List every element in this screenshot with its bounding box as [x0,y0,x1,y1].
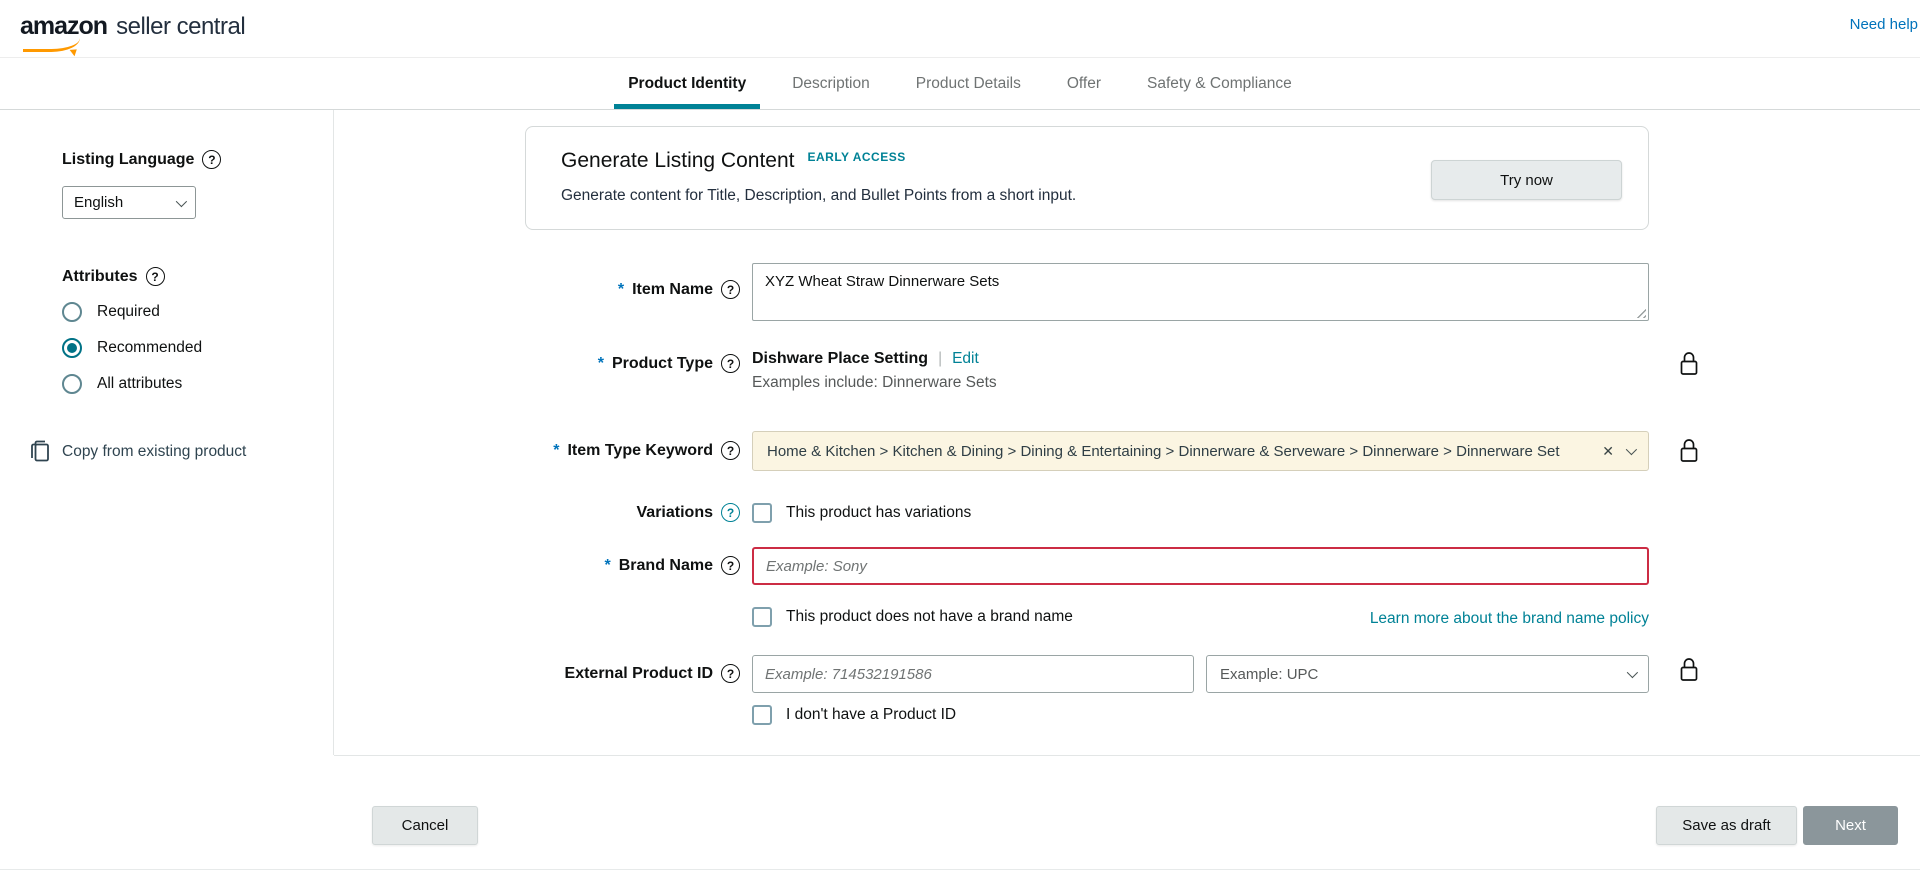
no-brand-checkbox-row: This product does not have a brand name [752,607,1073,627]
no-product-id-checkbox-row: I don't have a Product ID [752,705,956,725]
copy-from-existing-product-link[interactable]: Copy from existing product [30,440,333,463]
top-header: amazon seller central Need help [0,0,1920,58]
help-icon[interactable]: ? [721,354,740,373]
brand-name-label-row: * Brand Name ? [334,556,740,575]
radio-required-label: Required [97,303,160,321]
generate-listing-content-card: Generate Listing Content EARLY ACCESS Ge… [525,126,1649,230]
seller-central-page: amazon seller central Need help Product … [0,0,1920,878]
radio-recommended[interactable] [62,338,82,358]
variations-checkbox-row: This product has variations [752,503,971,523]
external-product-id-type-select[interactable]: Example: UPC [1206,655,1649,693]
brand-name-label: Brand Name [619,557,713,575]
required-asterisk: * [618,281,624,299]
divider: | [938,350,942,368]
amazon-seller-central-logo: amazon seller central [20,12,245,41]
brand-name-policy-link[interactable]: Learn more about the brand name policy [1370,610,1649,628]
product-type-block: Dishware Place Setting | Edit Examples i… [752,350,997,392]
copy-icon [30,440,50,463]
external-product-id-label-row: External Product ID ? [334,664,740,683]
external-product-id-type-value: Example: UPC [1220,666,1318,683]
item-type-keyword-label: Item Type Keyword [567,442,713,460]
generate-listing-content-title: Generate Listing Content [561,149,794,173]
radio-required[interactable] [62,302,82,322]
attribute-option-recommended[interactable]: Recommended [62,338,333,358]
item-type-keyword-label-row: * Item Type Keyword ? [334,441,740,460]
product-type-examples: Examples include: Dinnerware Sets [752,374,997,392]
external-product-id-input[interactable] [752,655,1194,693]
brand-name-input[interactable] [752,547,1649,585]
attribute-option-required[interactable]: Required [62,302,333,322]
attributes-label-row: Attributes ? [62,267,333,286]
tab-product-identity[interactable]: Product Identity [614,58,760,109]
variations-checkbox[interactable] [752,503,772,523]
seller-central-logo-text: seller central [116,13,245,41]
item-name-field-wrap: XYZ Wheat Straw Dinnerware Sets [752,263,1649,321]
no-product-id-checkbox[interactable] [752,705,772,725]
generate-listing-content-subtitle: Generate content for Title, Description,… [561,187,1076,205]
chevron-down-icon[interactable] [1626,444,1637,455]
item-name-label-row: * Item Name ? [334,280,740,299]
lock-icon [1678,656,1700,683]
bottom-border-line [0,869,1920,870]
variations-label: Variations [637,504,713,522]
listing-language-select[interactable]: English [62,186,196,219]
tab-safety-compliance[interactable]: Safety & Compliance [1133,58,1306,109]
chevron-down-icon [1627,667,1638,678]
product-type-label: Product Type [612,355,713,373]
product-type-label-row: * Product Type ? [334,354,740,373]
amazon-smile-icon [23,38,80,52]
no-product-id-checkbox-label: I don't have a Product ID [786,706,956,724]
lock-icon [1678,350,1700,377]
clear-icon[interactable]: ✕ [1602,443,1614,460]
amazon-logo-text: amazon [20,12,107,41]
item-name-input[interactable]: XYZ Wheat Straw Dinnerware Sets [753,264,1648,320]
product-type-value: Dishware Place Setting [752,350,928,368]
footer-divider [334,755,1920,756]
need-help-link[interactable]: Need help [1850,16,1918,33]
help-icon[interactable]: ? [721,503,740,522]
no-brand-checkbox-label: This product does not have a brand name [786,608,1073,626]
help-icon[interactable]: ? [721,441,740,460]
item-name-label: Item Name [632,281,713,299]
help-icon[interactable]: ? [721,556,740,575]
help-icon[interactable]: ? [721,280,740,299]
item-type-keyword-value: Home & Kitchen > Kitchen & Dining > Dini… [767,443,1590,460]
item-type-keyword-field[interactable]: Home & Kitchen > Kitchen & Dining > Dini… [752,431,1649,471]
chevron-down-icon [176,195,187,206]
help-icon[interactable]: ? [146,267,165,286]
variations-checkbox-label: This product has variations [786,504,971,522]
next-button[interactable]: Next [1803,806,1898,845]
listing-language-value: English [74,194,123,211]
help-icon[interactable]: ? [721,664,740,683]
sidebar: Listing Language ? English Attributes ? … [0,110,334,755]
required-asterisk: * [553,442,559,460]
try-now-button[interactable]: Try now [1431,160,1622,200]
main-content: Generate Listing Content EARLY ACCESS Ge… [334,110,1920,878]
tab-offer[interactable]: Offer [1053,58,1115,109]
edit-product-type-link[interactable]: Edit [952,350,979,368]
early-access-badge: EARLY ACCESS [807,150,905,164]
attributes-label: Attributes [62,268,138,286]
cancel-button[interactable]: Cancel [372,806,478,845]
external-product-id-label: External Product ID [565,665,713,683]
lock-icon [1678,437,1700,464]
variations-label-row: Variations ? [334,503,740,522]
radio-all-attributes[interactable] [62,374,82,394]
attribute-option-all[interactable]: All attributes [62,374,333,394]
tab-product-details[interactable]: Product Details [902,58,1035,109]
no-brand-checkbox[interactable] [752,607,772,627]
required-asterisk: * [605,557,611,575]
tab-description[interactable]: Description [778,58,884,109]
listing-language-label: Listing Language [62,151,194,169]
copy-from-existing-product-label: Copy from existing product [62,443,246,461]
radio-recommended-label: Recommended [97,339,202,357]
save-as-draft-button[interactable]: Save as draft [1656,806,1797,845]
listing-tab-bar: Product Identity Description Product Det… [0,58,1920,110]
radio-all-attributes-label: All attributes [97,375,182,393]
listing-language-label-row: Listing Language ? [62,150,333,169]
required-asterisk: * [598,355,604,373]
help-icon[interactable]: ? [202,150,221,169]
